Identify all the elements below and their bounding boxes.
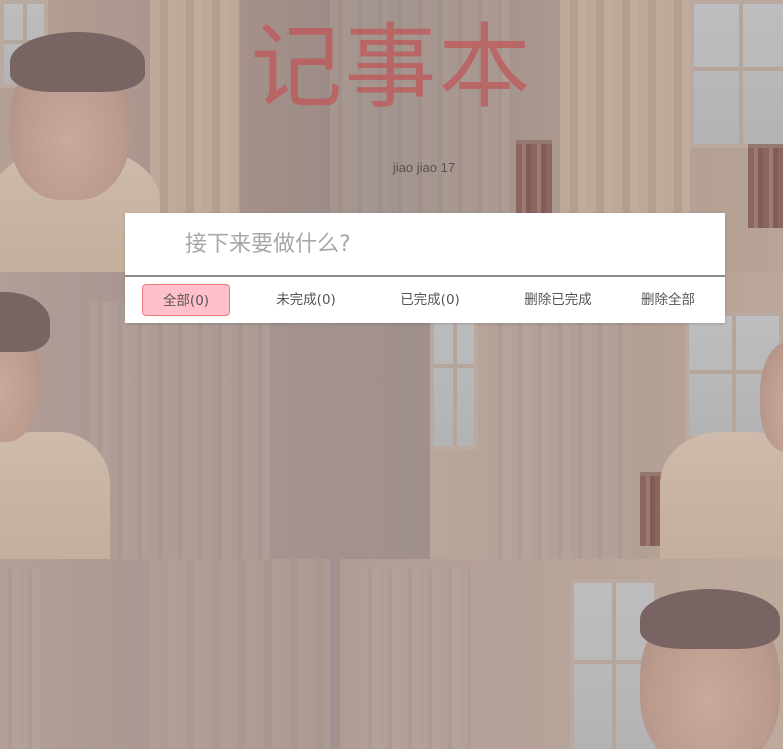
page-subtitle: jiao jiao 17 bbox=[392, 160, 456, 175]
new-todo-input[interactable] bbox=[125, 213, 725, 277]
filter-bar: 全部(0) 未完成(0) 已完成(0) 删除已完成 删除全部 bbox=[125, 279, 725, 323]
filter-active-button[interactable]: 未完成(0) bbox=[256, 284, 356, 316]
page-title: 记事本 bbox=[250, 14, 533, 121]
filter-completed-button[interactable]: 已完成(0) bbox=[380, 284, 480, 316]
todo-panel: 全部(0) 未完成(0) 已完成(0) 删除已完成 删除全部 bbox=[125, 213, 725, 323]
filter-all-button[interactable]: 全部(0) bbox=[142, 284, 230, 316]
delete-all-button[interactable]: 删除全部 bbox=[625, 284, 711, 316]
delete-completed-button[interactable]: 删除已完成 bbox=[503, 284, 613, 316]
